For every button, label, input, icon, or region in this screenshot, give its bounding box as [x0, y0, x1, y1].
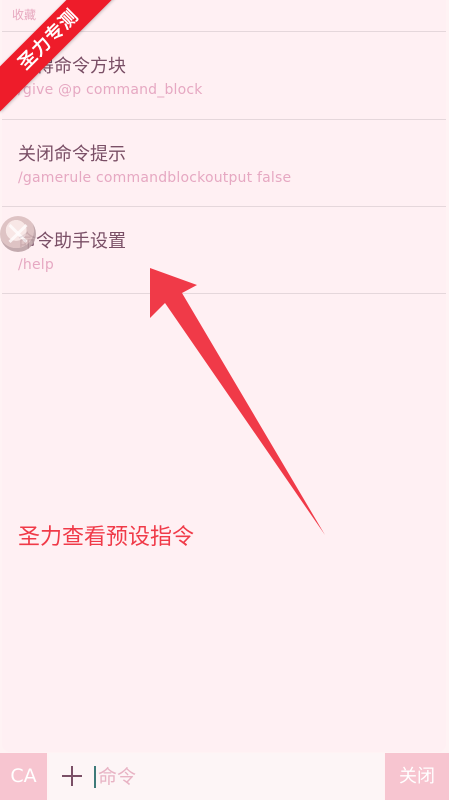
plus-icon[interactable]: [61, 765, 83, 787]
ca-button[interactable]: CA: [0, 753, 47, 800]
command-input-area: [49, 753, 384, 800]
annotation-arrow-icon: [150, 268, 325, 535]
command-input[interactable]: [94, 753, 378, 800]
close-button[interactable]: 关闭: [385, 753, 449, 800]
annotation-text: 圣力查看预设指令: [18, 525, 195, 550]
bottom-bar: CA 关闭: [0, 753, 449, 800]
